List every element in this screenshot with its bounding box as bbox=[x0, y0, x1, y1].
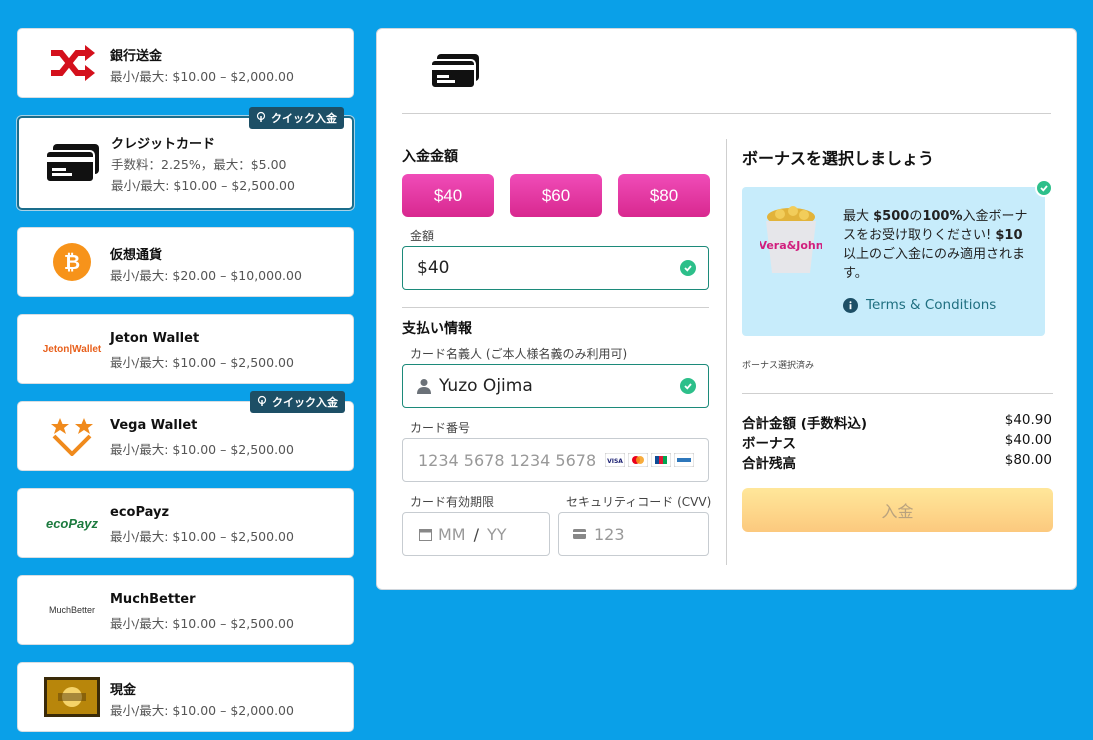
method-limits: 最小/最大: $10.00 – $2,500.00 bbox=[110, 442, 294, 457]
payment-info-heading: 支払い情報 bbox=[402, 321, 472, 337]
summary-value: $80.00 bbox=[1004, 452, 1052, 468]
method-limits: 最小/最大: $10.00 – $2,500.00 bbox=[111, 178, 295, 193]
bonus-bucket-image: Vera&John bbox=[758, 205, 824, 281]
summary-value: $40.90 bbox=[1004, 412, 1052, 428]
ecopayz-logo: ecoPayz bbox=[45, 515, 99, 531]
cardholder-label: カード名義人 (ご本人様名義のみ利用可) bbox=[410, 347, 628, 361]
method-bank-transfer[interactable]: 銀行送金 最小/最大: $10.00 – $2,000.00 bbox=[17, 28, 354, 98]
svg-text:VISA: VISA bbox=[607, 458, 623, 465]
summary-row-total: 合計金額 (手数料込) $40.90 bbox=[742, 412, 1052, 432]
bonus-selected-note: ボーナス選択済み bbox=[742, 361, 815, 371]
method-cash[interactable]: 現金 最小/最大: $10.00 – $2,000.00 bbox=[17, 662, 354, 732]
muchbetter-logo: MuchBetter bbox=[48, 605, 96, 615]
method-vega-wallet[interactable]: クイック入金 Vega Wallet 最小/最大: $10.00 – $2,50… bbox=[17, 391, 354, 471]
cardholder-value: Yuzo Ojima bbox=[439, 376, 533, 396]
card-number-input[interactable]: 1234 5678 1234 5678 VISA bbox=[402, 438, 709, 482]
bonus-card[interactable]: Vera&John 最大 $500の100%入金ボーナスをお受け取りください! … bbox=[742, 179, 1053, 336]
jeton-logo: Jeton|Wallet bbox=[42, 343, 102, 355]
method-jeton-wallet[interactable]: Jeton|Wallet Jeton Wallet 最小/最大: $10.00 … bbox=[17, 314, 354, 384]
card-number-label: カード番号 bbox=[410, 421, 471, 435]
valid-check-icon bbox=[680, 260, 696, 276]
info-icon bbox=[843, 297, 858, 313]
amount-value: $40 bbox=[417, 258, 450, 278]
summary-label: 合計金額 (手数料込) bbox=[742, 416, 868, 432]
expiry-input[interactable]: MM / YY bbox=[402, 512, 550, 556]
method-crypto[interactable]: ₿ 仮想通貨 最小/最大: $20.00 – $10,000.00 bbox=[17, 227, 354, 297]
cvv-placeholder: 123 bbox=[594, 524, 625, 544]
divider bbox=[742, 393, 1053, 394]
hand-tap-icon bbox=[255, 111, 267, 126]
method-fee: 手数料：2.25%，最大：$5.00 bbox=[111, 157, 287, 172]
amount-input[interactable]: $40 bbox=[402, 246, 709, 290]
calendar-icon bbox=[419, 528, 432, 541]
cardholder-input[interactable]: Yuzo Ojima bbox=[402, 364, 709, 408]
card-number-placeholder: 1234 5678 1234 5678 bbox=[418, 450, 597, 470]
quick-deposit-badge: クイック入金 bbox=[250, 391, 345, 413]
bonus-description: 最大 $500の100%入金ボーナスをお受け取りください! $10以上のご入金に… bbox=[843, 209, 1028, 281]
quick-amount-60-button[interactable]: $60 bbox=[510, 174, 602, 217]
method-limits: 最小/最大: $10.00 – $2,500.00 bbox=[110, 616, 294, 631]
card-brands-icon: VISA bbox=[605, 453, 694, 467]
method-limits: 最小/最大: $10.00 – $2,500.00 bbox=[110, 355, 294, 370]
svg-text:Vera&John: Vera&John bbox=[760, 239, 822, 252]
badge-label: クイック入金 bbox=[271, 112, 337, 125]
method-name: クレジットカード bbox=[111, 137, 216, 152]
quick-amount-80-button[interactable]: $80 bbox=[618, 174, 710, 217]
hand-tap-icon bbox=[256, 395, 268, 410]
method-limits: 最小/最大: $10.00 – $2,500.00 bbox=[110, 529, 294, 544]
method-limits: 最小/最大: $20.00 – $10,000.00 bbox=[110, 268, 302, 283]
method-name: 銀行送金 bbox=[110, 49, 163, 64]
amount-heading: 入金金額 bbox=[402, 149, 458, 165]
expiry-label: カード有効期限 bbox=[410, 495, 495, 509]
method-name: ecoPayz bbox=[110, 505, 170, 520]
shuffle-icon bbox=[30, 38, 114, 88]
bitcoin-icon: ₿ bbox=[30, 237, 114, 287]
cvv-input[interactable]: 123 bbox=[558, 512, 709, 556]
quick-deposit-badge: クイック入金 bbox=[249, 107, 344, 129]
credit-card-icon bbox=[31, 138, 115, 188]
method-name: MuchBetter bbox=[110, 592, 196, 607]
method-limits: 最小/最大: $10.00 – $2,000.00 bbox=[110, 703, 294, 718]
badge-label: クイック入金 bbox=[272, 396, 338, 409]
deposit-button[interactable]: 入金 bbox=[742, 488, 1053, 532]
expiry-year-placeholder: YY bbox=[487, 524, 507, 544]
method-limits: 最小/最大: $10.00 – $2,000.00 bbox=[110, 69, 294, 84]
deposit-panel: 入金金額 $40 $60 $80 金額 $40 支払い情報 カード名義人 (ご本… bbox=[376, 28, 1077, 590]
divider bbox=[402, 113, 1051, 114]
divider bbox=[726, 139, 727, 565]
svg-text:₿: ₿ bbox=[64, 250, 80, 274]
bonus-selected-check-icon bbox=[1035, 179, 1053, 197]
expiry-month-placeholder: MM bbox=[438, 524, 466, 544]
amount-label: 金額 bbox=[410, 229, 435, 243]
summary-label: ボーナス bbox=[742, 436, 796, 452]
method-name: 仮想通貨 bbox=[110, 248, 163, 263]
method-name: 現金 bbox=[110, 683, 137, 698]
terms-link[interactable]: Terms & Conditions bbox=[843, 297, 996, 313]
user-icon bbox=[417, 378, 431, 394]
method-muchbetter[interactable]: MuchBetter MuchBetter 最小/最大: $10.00 – $2… bbox=[17, 575, 354, 645]
quick-amount-40-button[interactable]: $40 bbox=[402, 174, 494, 217]
expiry-separator: / bbox=[473, 524, 479, 544]
method-name: Jeton Wallet bbox=[110, 331, 200, 346]
divider bbox=[402, 307, 709, 308]
terms-label: Terms & Conditions bbox=[866, 297, 997, 313]
cvv-label: セキュリティコード (CVV) bbox=[566, 495, 712, 509]
method-name: Vega Wallet bbox=[110, 418, 198, 433]
method-credit-card[interactable]: クイック入金 クレジットカード 手数料：2.25%，最大：$5.00 最小/最大… bbox=[17, 107, 354, 210]
summary-row-balance: 合計残高 $80.00 bbox=[742, 452, 1052, 472]
cash-icon bbox=[30, 672, 114, 722]
card-small-icon bbox=[573, 529, 586, 539]
method-ecopayz[interactable]: ecoPayz ecoPayz 最小/最大: $10.00 – $2,500.0… bbox=[17, 488, 354, 558]
vega-wallet-icon bbox=[30, 411, 114, 461]
summary-row-bonus: ボーナス $40.00 bbox=[742, 432, 1052, 452]
summary-label: 合計残高 bbox=[742, 456, 796, 472]
summary-value: $40.00 bbox=[1004, 432, 1052, 448]
bonus-heading: ボーナスを選択しましょう bbox=[742, 149, 935, 168]
valid-check-icon bbox=[680, 378, 696, 394]
credit-card-header-icon bbox=[429, 53, 481, 93]
